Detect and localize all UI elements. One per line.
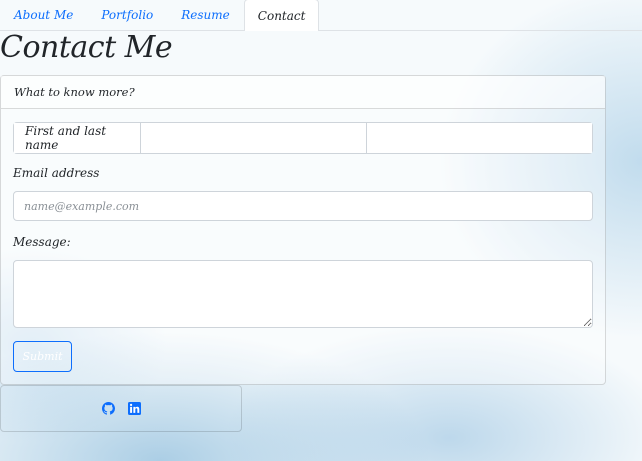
first-name-input[interactable]: [141, 123, 366, 153]
email-input[interactable]: [13, 191, 593, 221]
tab-resume[interactable]: Resume: [167, 0, 244, 30]
message-label: Message:: [13, 235, 71, 249]
contact-form-card: What to know more? First and last name E…: [0, 75, 606, 385]
last-name-input[interactable]: [366, 123, 592, 153]
nav-tabs: About Me Portfolio Resume Contact: [0, 0, 642, 31]
page-title: Contact Me: [0, 30, 173, 65]
github-icon[interactable]: [101, 402, 115, 415]
card-header: What to know more?: [1, 76, 605, 109]
tab-portfolio[interactable]: Portfolio: [87, 0, 167, 30]
message-textarea[interactable]: [13, 260, 593, 328]
linkedin-icon[interactable]: [127, 402, 141, 415]
name-input-group: First and last name: [13, 122, 593, 154]
social-links-card: [0, 385, 242, 432]
tab-about-me[interactable]: About Me: [0, 0, 87, 30]
email-label: Email address: [13, 166, 100, 180]
submit-button[interactable]: Submit: [13, 341, 72, 372]
tab-contact[interactable]: Contact: [243, 0, 320, 31]
name-label: First and last name: [14, 123, 141, 153]
